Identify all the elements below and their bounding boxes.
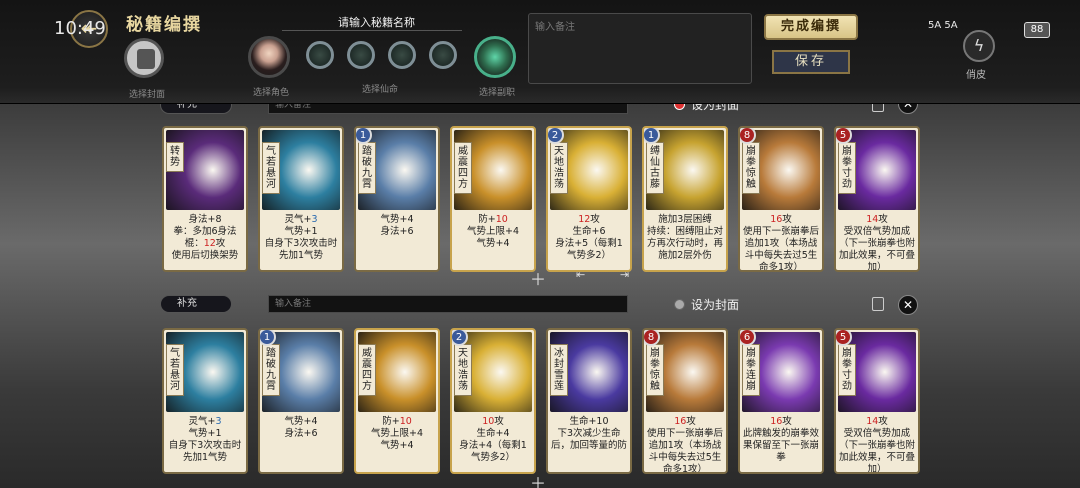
note-input[interactable]: 输入备注 xyxy=(528,13,752,84)
card-name: 崩拳寸劲 xyxy=(838,142,856,194)
row-2-supplement-dropdown[interactable]: 补充 xyxy=(160,295,232,313)
card-text: 防+10 气势上限+4 气势+4 xyxy=(370,416,423,451)
card-2-7[interactable]: 崩拳连崩 6 16攻 此牌触发的崩拳效果保留至下一张崩拳 xyxy=(738,328,824,474)
card-text: 16攻 此牌触发的崩拳效果保留至下一张崩拳 xyxy=(743,416,820,463)
card-name: 崩拳惊触 xyxy=(646,344,664,396)
card-name: 天地浩荡 xyxy=(454,344,472,396)
card-text: 16攻 使用下一张崩拳后追加1攻（本场战斗中每失去过5生命多1攻） xyxy=(743,214,820,272)
card-cost-badge: 1 xyxy=(356,128,372,144)
card-cost-badge: 1 xyxy=(260,330,276,346)
battery-indicator: 88 xyxy=(1024,22,1050,38)
name-prompt[interactable]: 请输入秘籍名称 xyxy=(338,14,415,30)
card-name: 威震四方 xyxy=(454,142,472,194)
card-2-6[interactable]: 崩拳惊触 8 16攻 使用下一张崩拳后追加1攻（本场战斗中每失去过5生命多1攻） xyxy=(642,328,728,474)
life-slot-2[interactable] xyxy=(347,41,375,69)
card-1-3[interactable]: 踏破九霄 1 气势+4 身法+6 xyxy=(354,126,440,272)
card-text: 生命+10 下3次减少生命后，加回等量的防 xyxy=(551,416,628,451)
row-2-add-icon[interactable]: ＋ xyxy=(530,470,546,488)
card-cost-badge: 8 xyxy=(740,128,756,144)
card-2-3[interactable]: 威震四方防+10 气势上限+4 气势+4 xyxy=(354,328,440,474)
card-cost-badge: 6 xyxy=(740,330,756,346)
page-title: 秘籍编撰 xyxy=(126,15,202,35)
select-cover-label: 选择封面 xyxy=(128,90,165,100)
card-cost-badge: 8 xyxy=(644,330,660,346)
row-2-set-cover-label: 设为封面 xyxy=(691,298,740,312)
select-cover-button[interactable]: 选择封面 xyxy=(124,38,165,100)
cover-card-icon xyxy=(137,49,155,69)
card-1-5[interactable]: 天地浩荡 2 12攻 生命+6 身法+5（每剩1气势多2） xyxy=(546,126,632,272)
done-button[interactable]: 完成编撰 xyxy=(764,14,858,40)
life-slot-4[interactable] xyxy=(429,41,457,69)
card-text: 气势+4 身法+6 xyxy=(284,416,318,439)
card-text: 气势+4 身法+6 xyxy=(380,214,414,237)
deck-editor-screen: ↞ 10:49 秘籍编撰 选择封面 选择角色 请输入秘籍名称 选择仙命 选择副职… xyxy=(0,0,1080,488)
card-name: 转势 xyxy=(166,142,184,172)
signal-status: 5A 5A xyxy=(928,20,958,31)
row-2-note-input[interactable]: 输入备注 xyxy=(268,295,628,313)
card-1-2[interactable]: 气若悬河灵气+3 气势+1 自身下3次攻击时先加1气势 xyxy=(258,126,344,272)
card-cost-badge: 2 xyxy=(548,128,564,144)
card-1-8[interactable]: 崩拳寸劲 5 14攻 受双倍气势加成（下一张崩拳也附加此效果，不可叠加） xyxy=(834,126,920,272)
card-text: 灵气+3 气势+1 自身下3次攻击时先加1气势 xyxy=(264,214,338,261)
card-1-4[interactable]: 威震四方防+10 气势上限+4 气势+4 xyxy=(450,126,536,272)
card-text: 施加3层困缚 持续：困缚阻止对方再次行动时，再施加2层外伤 xyxy=(647,214,724,261)
top-bar: ↞ 10:49 秘籍编撰 选择封面 选择角色 请输入秘籍名称 选择仙命 选择副职… xyxy=(0,0,1080,104)
row-2-copy-icon[interactable] xyxy=(872,297,884,311)
name-underline xyxy=(282,30,462,31)
card-text: 12攻 生命+6 身法+5（每剩1气势多2） xyxy=(555,214,623,261)
card-name: 天地浩荡 xyxy=(550,142,568,194)
row-2-header: 补充 输入备注 设为封面 ✕ xyxy=(0,293,1080,317)
row-1-export-icon[interactable]: ⇥ xyxy=(620,268,629,281)
row-2-set-cover[interactable]: 设为封面 xyxy=(674,296,739,313)
save-button[interactable]: 保存 xyxy=(772,50,850,74)
card-text: 10攻 生命+4 身法+4（每剩1气势多2） xyxy=(459,416,527,463)
card-name: 踏破九霄 xyxy=(262,344,280,396)
card-cost-badge: 5 xyxy=(836,128,852,144)
select-deck-label: 选择副职 xyxy=(478,88,515,98)
card-1-7[interactable]: 崩拳惊触 8 16攻 使用下一张崩拳后追加1攻（本场战斗中每失去过5生命多1攻） xyxy=(738,126,824,272)
select-role-label: 选择角色 xyxy=(252,88,289,98)
card-name: 气若悬河 xyxy=(262,142,280,194)
select-deck-button[interactable]: 选择副职 xyxy=(474,36,516,98)
card-name: 崩拳寸劲 xyxy=(838,344,856,396)
row-2-close-icon[interactable]: ✕ xyxy=(898,295,918,315)
card-cost-badge: 5 xyxy=(836,330,852,346)
select-life-label: 选择仙命 xyxy=(362,85,399,95)
row-1-import-icon[interactable]: ⇤ xyxy=(576,268,585,281)
card-name: 气若悬河 xyxy=(166,344,184,396)
card-2-4[interactable]: 天地浩荡 2 10攻 生命+4 身法+4（每剩1气势多2） xyxy=(450,328,536,474)
card-text: 身法+8 拳：多加6身法 棍：12攻 使用后切换架势 xyxy=(171,214,239,261)
card-name: 缚仙古藤 xyxy=(646,142,664,194)
life-slot-1[interactable] xyxy=(306,41,334,69)
card-text: 14攻 受双倍气势加成（下一张崩拳也附加此效果，不可叠加） xyxy=(839,214,916,272)
card-name: 崩拳连崩 xyxy=(742,344,760,396)
card-text: 16攻 使用下一张崩拳后追加1攻（本场战斗中每失去过5生命多1攻） xyxy=(647,416,724,474)
card-cost-badge: 2 xyxy=(452,330,468,346)
status-time: 10:49 xyxy=(54,18,106,39)
card-name: 冰封雪莲 xyxy=(550,344,568,396)
row-2-radio-icon[interactable] xyxy=(674,299,685,310)
life-slot-3[interactable] xyxy=(388,41,416,69)
select-role-button[interactable]: 选择角色 xyxy=(248,36,290,98)
card-name: 踏破九霄 xyxy=(358,142,376,194)
card-2-8[interactable]: 崩拳寸劲 5 14攻 受双倍气势加成（下一张崩拳也附加此效果，不可叠加） xyxy=(834,328,920,474)
card-text: 灵气+3 气势+1 自身下3次攻击时先加1气势 xyxy=(168,416,242,463)
glyph-label: 俏皮 xyxy=(966,70,986,81)
card-1-6[interactable]: 缚仙古藤 1 施加3层困缚 持续：困缚阻止对方再次行动时，再施加2层外伤 xyxy=(642,126,728,272)
card-cost-badge: 1 xyxy=(644,128,660,144)
lightning-icon[interactable]: ϟ xyxy=(963,30,995,62)
card-2-5[interactable]: 冰封雪莲生命+10 下3次减少生命后，加回等量的防 xyxy=(546,328,632,474)
row-1-add-icon[interactable]: ＋ xyxy=(530,266,546,290)
card-text: 防+10 气势上限+4 气势+4 xyxy=(466,214,519,249)
card-2-2[interactable]: 踏破九霄 1 气势+4 身法+6 xyxy=(258,328,344,474)
card-name: 威震四方 xyxy=(358,344,376,396)
card-2-1[interactable]: 气若悬河灵气+3 气势+1 自身下3次攻击时先加1气势 xyxy=(162,328,248,474)
note-placeholder: 输入备注 xyxy=(535,22,575,33)
card-1-1[interactable]: 转势身法+8 拳：多加6身法 棍：12攻 使用后切换架势 xyxy=(162,126,248,272)
card-name: 崩拳惊触 xyxy=(742,142,760,194)
card-text: 14攻 受双倍气势加成（下一张崩拳也附加此效果，不可叠加） xyxy=(839,416,916,474)
